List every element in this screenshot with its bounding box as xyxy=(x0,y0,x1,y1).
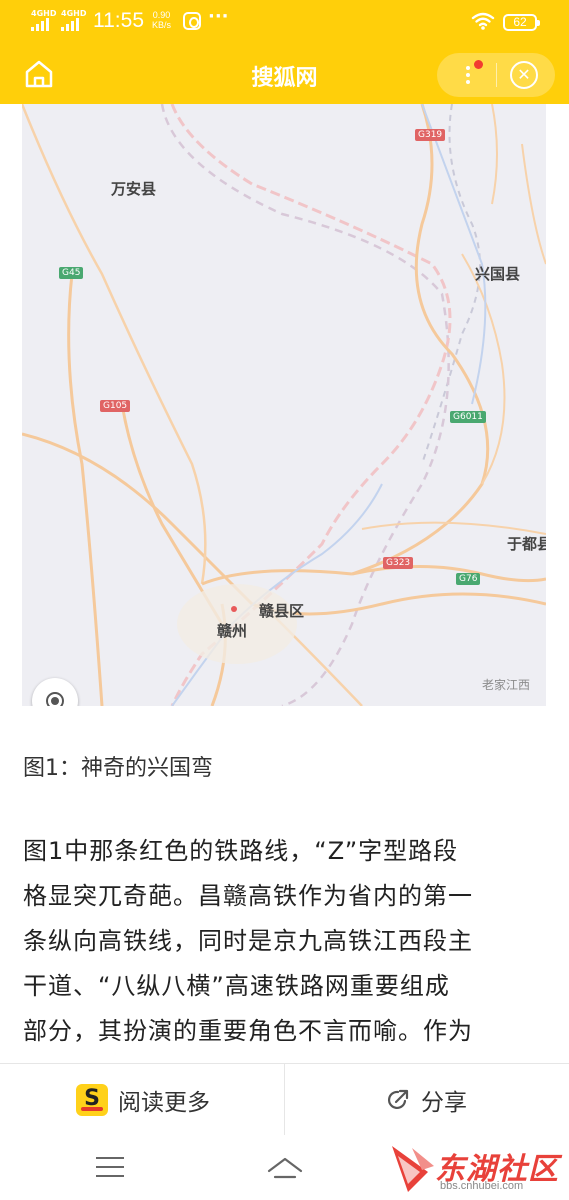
map-label-wanan: 万安县 xyxy=(111,180,157,198)
battery-indicator: 62 xyxy=(503,14,540,31)
donghu-logo-icon xyxy=(392,1146,434,1192)
road-shield-g105: G105 xyxy=(100,400,131,412)
status-bar: 4GHD 4GHD 11:55 0.90 KB/s ··· 62 xyxy=(0,0,569,44)
map-watermark: 老家江西 xyxy=(481,678,530,692)
close-circle-icon[interactable]: ✕ xyxy=(510,61,538,89)
watermark-url: bbs.cnhubei.com xyxy=(440,1180,524,1192)
map-label-ganxian: 赣县区 xyxy=(259,602,305,620)
article-line: 图1中那条红色的铁路线，“Z”字型路段 xyxy=(23,837,459,865)
sohu-news-app-icon xyxy=(76,1084,108,1116)
nav-home-icon[interactable] xyxy=(265,1151,305,1183)
app-header: 搜狐网 ✕ xyxy=(0,44,569,104)
article-line: 格显突兀奇葩。昌赣高铁作为省内的第一 xyxy=(23,882,473,910)
road-shield-g323: G323 xyxy=(383,557,414,569)
road-shield-g45: G45 xyxy=(59,267,84,279)
more-notifications-icon: ··· xyxy=(208,6,229,27)
sim2-network-type: 4GHD xyxy=(61,9,87,18)
map-image: 万安县 兴国县 于都县 赣县区 赣州 G319 G45 G105 G6011 G… xyxy=(22,104,546,706)
article-line: 干道、“八纵八横”高速铁路网重要组成 xyxy=(23,972,450,1000)
map-label-ganzhou: 赣州 xyxy=(217,622,248,640)
article-line: 条纵向高铁线，同时是京九高铁江西段主 xyxy=(23,927,473,955)
wifi-icon xyxy=(471,12,495,30)
sim1-signal-icon xyxy=(31,18,49,31)
bottom-action-bar: 阅读更多 分享 xyxy=(0,1063,569,1136)
sim1-network-type: 4GHD xyxy=(31,9,57,18)
road-shield-g319: G319 xyxy=(415,129,446,141)
share-icon xyxy=(387,1089,409,1110)
article-line: 部分，其扮演的重要角色不言而喻。作为 xyxy=(23,1017,473,1045)
read-more-label: 阅读更多 xyxy=(118,1090,210,1116)
network-speed: 0.90 KB/s xyxy=(152,10,172,30)
notification-dot xyxy=(474,60,483,69)
nav-menu-icon[interactable] xyxy=(96,1155,124,1179)
map-label-yudu: 于都县 xyxy=(507,535,546,553)
read-more-button[interactable]: 阅读更多 xyxy=(76,1083,210,1117)
capsule-divider xyxy=(496,63,497,87)
sim2-signal-icon xyxy=(61,18,79,31)
figure-caption: 图1：神奇的兴国弯 xyxy=(23,756,213,781)
action-divider xyxy=(284,1064,285,1136)
map-label-xingguo: 兴国县 xyxy=(475,265,521,283)
app-notification-icon xyxy=(183,12,201,30)
article-paragraph: 图1中那条红色的铁路线，“Z”字型路段 格显突兀奇葩。昌赣高铁作为省内的第一 条… xyxy=(23,829,549,1054)
mini-program-capsule: ✕ xyxy=(437,53,555,97)
status-time: 11:55 xyxy=(93,9,144,32)
share-label: 分享 xyxy=(421,1090,467,1116)
share-button[interactable]: 分享 xyxy=(385,1083,467,1117)
road-shield-g76: G76 xyxy=(456,573,481,585)
site-watermark: 东湖社区 bbs.cnhubei.com xyxy=(388,1140,563,1196)
road-shield-g6011: G6011 xyxy=(450,411,486,423)
